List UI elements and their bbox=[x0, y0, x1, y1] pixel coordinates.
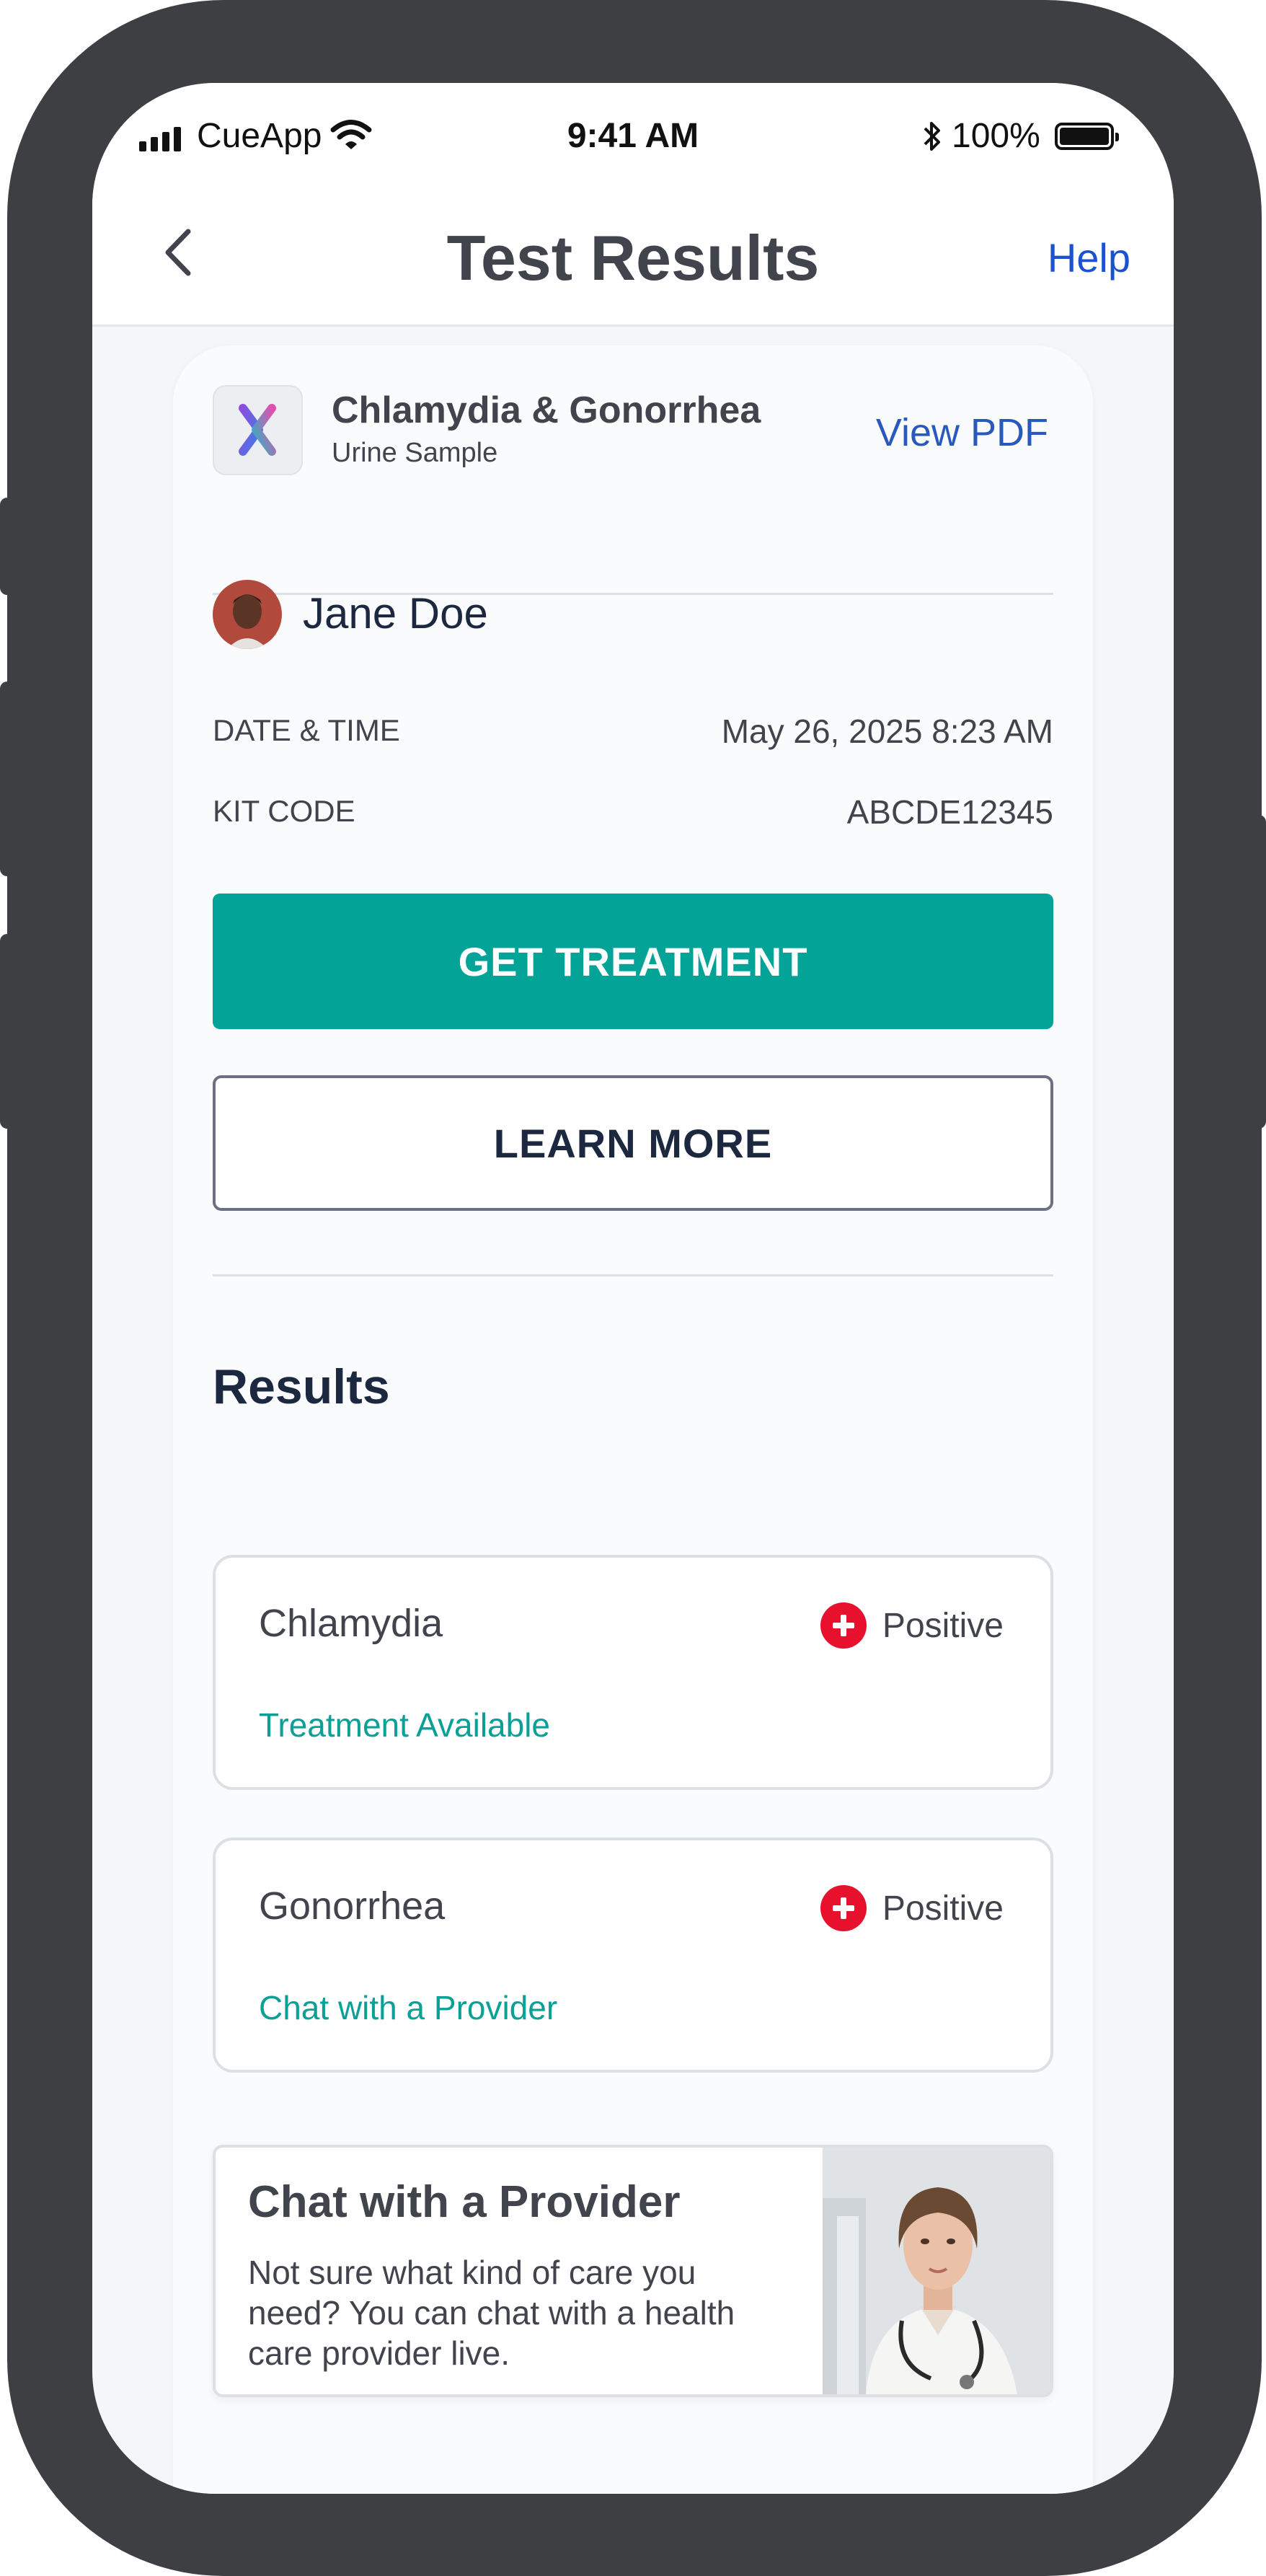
get-treatment-button[interactable]: GET TREATMENT bbox=[213, 894, 1053, 1029]
help-link[interactable]: Help bbox=[1048, 234, 1130, 281]
user-name: Jane Doe bbox=[303, 589, 488, 638]
sample-type: Urine Sample bbox=[332, 438, 498, 468]
battery-icon bbox=[1055, 123, 1119, 150]
view-pdf-link[interactable]: View PDF bbox=[876, 410, 1048, 455]
battery-percentage: 100% bbox=[952, 117, 1040, 155]
navigation-bar: Test Results Help bbox=[92, 191, 1174, 327]
result-item-chlamydia[interactable]: Chlamydia Positive Treatment Available bbox=[213, 1555, 1053, 1790]
page-title: Test Results bbox=[446, 222, 820, 294]
results-heading: Results bbox=[213, 1359, 390, 1414]
status-text: Positive bbox=[882, 1889, 1004, 1928]
chat-provider-card[interactable]: Chat with a Provider Not sure what kind … bbox=[213, 2145, 1053, 2397]
screen: CueApp 9:41 AM 100% Test Results Help Ch… bbox=[92, 83, 1174, 2494]
result-name: Gonorrhea bbox=[259, 1884, 446, 1928]
volume-up-button bbox=[0, 682, 16, 876]
result-name: Chlamydia bbox=[259, 1602, 443, 1645]
status-badge: Positive bbox=[820, 1885, 1004, 1931]
results-card: Chlamydia & Gonorrhea Urine Sample View … bbox=[173, 345, 1093, 2494]
date-time-value: May 26, 2025 8:23 AM bbox=[721, 713, 1053, 750]
treatment-available-link[interactable]: Treatment Available bbox=[259, 1706, 550, 1744]
positive-plus-icon bbox=[820, 1885, 867, 1931]
mute-switch bbox=[0, 498, 16, 595]
kit-code-value: ABCDE12345 bbox=[846, 793, 1053, 831]
promo-title: Chat with a Provider bbox=[248, 2177, 681, 2227]
power-button bbox=[1250, 815, 1266, 1129]
positive-plus-icon bbox=[820, 1602, 867, 1649]
avatar bbox=[213, 580, 282, 649]
doctor-photo bbox=[823, 2148, 1050, 2394]
status-text: Positive bbox=[882, 1606, 1004, 1645]
status-bar: CueApp 9:41 AM 100% bbox=[92, 83, 1174, 191]
bluetooth-icon bbox=[924, 122, 940, 151]
result-item-gonorrhea[interactable]: Gonorrhea Positive Chat with a Provider bbox=[213, 1838, 1053, 2073]
chat-with-provider-link[interactable]: Chat with a Provider bbox=[259, 1988, 557, 2027]
test-name: Chlamydia & Gonorrhea bbox=[332, 389, 761, 431]
date-time-label: DATE & TIME bbox=[213, 713, 400, 747]
status-badge: Positive bbox=[820, 1602, 1004, 1649]
test-kit-logo-icon bbox=[213, 385, 303, 475]
promo-description: Not sure what kind of care you need? You… bbox=[248, 2254, 735, 2372]
kit-code-label: KIT CODE bbox=[213, 794, 355, 828]
learn-more-button[interactable]: LEARN MORE bbox=[213, 1075, 1053, 1211]
volume-down-button bbox=[0, 934, 16, 1129]
section-divider bbox=[213, 1274, 1053, 1276]
